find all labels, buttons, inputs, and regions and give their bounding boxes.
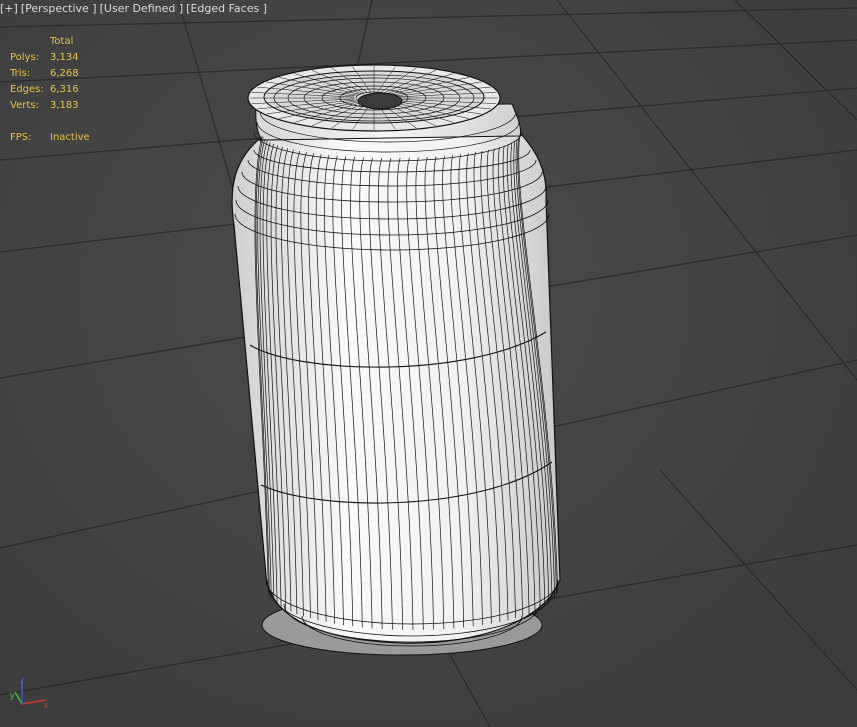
- stats-label: Verts:: [10, 100, 39, 111]
- grid-line: [659, 469, 857, 691]
- stats-header: Total: [50, 36, 74, 47]
- axis-x-label: x: [44, 700, 49, 710]
- perspective-viewport[interactable]: x y z [+] [Perspective ] [User Defined ] [E…: [0, 0, 857, 727]
- can-pull-tab: [357, 92, 403, 110]
- viewport-label-bar: [+] [Perspective ] [User Defined ] [Edged F…: [0, 2, 267, 15]
- stats-row-verts: Verts: 3,183: [10, 98, 110, 114]
- grid-line: [449, 654, 491, 727]
- stats-label: Tris:: [10, 68, 31, 79]
- stats-row-fps: FPS: Inactive: [10, 130, 110, 146]
- stats-row-polys: Polys: 3,134: [10, 50, 110, 66]
- stats-row-tris: Tris: 6,268: [10, 66, 110, 82]
- axis-z-label: z: [20, 675, 25, 685]
- view-type-label[interactable]: [Perspective ]: [21, 2, 97, 15]
- soda-can-mesh[interactable]: [231, 64, 561, 656]
- statistics-overlay: Total Polys: 3,134 Tris: 6,268 Edges: 6,316…: [10, 34, 110, 146]
- axis-x-line: [21, 699, 47, 705]
- stats-value: 3,183: [50, 100, 79, 111]
- stats-value: 6,316: [50, 84, 79, 95]
- stats-value: 6,268: [50, 68, 79, 79]
- stats-label: Edges:: [10, 84, 44, 95]
- stats-label: Polys:: [10, 52, 40, 63]
- display-mode-label[interactable]: [Edged Faces ]: [186, 2, 267, 15]
- grid-line: [734, 0, 857, 121]
- fps-value: Inactive: [50, 132, 90, 143]
- viewport-menu-button[interactable]: [+]: [0, 2, 18, 15]
- viewport-scene[interactable]: x y z: [0, 0, 857, 727]
- axis-y-line: [14, 691, 23, 705]
- fps-label: FPS:: [10, 132, 32, 143]
- axis-y-label: y: [10, 690, 15, 700]
- axis-gizmo: x y z: [10, 675, 49, 710]
- stats-value: 3,134: [50, 52, 79, 63]
- shading-mode-label[interactable]: [User Defined ]: [100, 2, 184, 15]
- grid-line: [556, 0, 857, 381]
- stats-row-edges: Edges: 6,316: [10, 82, 110, 98]
